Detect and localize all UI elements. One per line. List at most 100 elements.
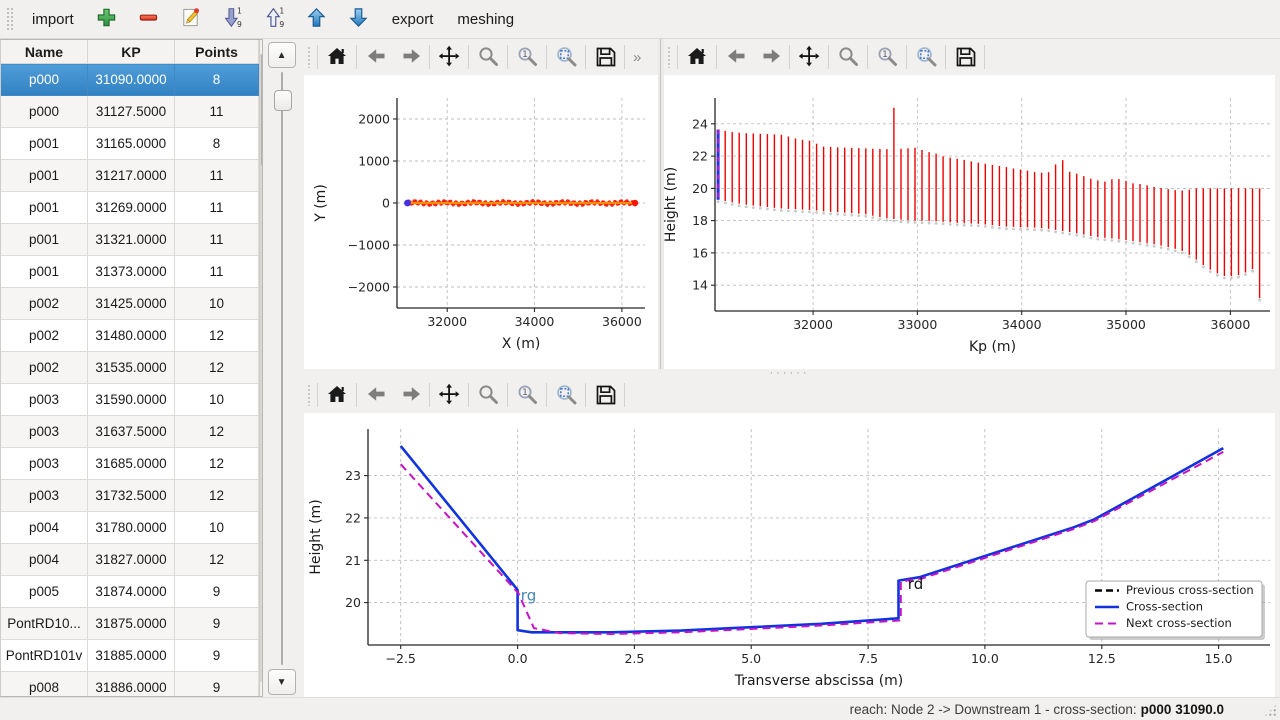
- save-button[interactable]: [588, 42, 622, 72]
- table-row[interactable]: p00231480.000012: [1, 320, 259, 352]
- cross-section-table[interactable]: NameKPPoints p00031090.00008p00031127.50…: [1, 40, 259, 697]
- table-row[interactable]: p00131373.000011: [1, 256, 259, 288]
- table-row[interactable]: p00431827.000012: [1, 544, 259, 576]
- table-cell[interactable]: p003: [1, 480, 88, 512]
- table-cell[interactable]: 31373.0000: [88, 256, 175, 288]
- home-button[interactable]: [320, 380, 354, 410]
- table-cell[interactable]: p001: [1, 192, 88, 224]
- table-cell[interactable]: 12: [175, 544, 259, 576]
- table-cell[interactable]: 10: [175, 288, 259, 320]
- table-cell[interactable]: 31321.0000: [88, 224, 175, 256]
- table-cell[interactable]: 31590.0000: [88, 384, 175, 416]
- save-button[interactable]: [588, 380, 622, 410]
- pan-button[interactable]: [792, 42, 826, 72]
- zoom-one-button[interactable]: 1: [870, 42, 904, 72]
- table-row[interactable]: p00131321.000011: [1, 224, 259, 256]
- column-header-name[interactable]: Name: [1, 40, 88, 64]
- table-cell[interactable]: 31217.0000: [88, 160, 175, 192]
- table-row[interactable]: p00131217.000011: [1, 160, 259, 192]
- table-cell[interactable]: p001: [1, 160, 88, 192]
- table-row[interactable]: p00331685.000012: [1, 448, 259, 480]
- table-cell[interactable]: p002: [1, 320, 88, 352]
- table-row[interactable]: p00131269.000011: [1, 192, 259, 224]
- longitudinal-profile-chart[interactable]: 3200033000340003500036000141618202224Kp …: [664, 75, 1275, 369]
- back-button[interactable]: [359, 42, 393, 72]
- table-cell[interactable]: 11: [175, 224, 259, 256]
- move-up-button[interactable]: [298, 3, 336, 35]
- meshing-button[interactable]: meshing: [447, 5, 524, 34]
- export-button[interactable]: export: [382, 5, 444, 34]
- table-cell[interactable]: p005: [1, 576, 88, 608]
- table-cell[interactable]: 9: [175, 608, 259, 640]
- table-cell[interactable]: p003: [1, 448, 88, 480]
- table-cell[interactable]: 11: [175, 192, 259, 224]
- table-cell[interactable]: 31885.0000: [88, 640, 175, 672]
- table-cell[interactable]: p002: [1, 288, 88, 320]
- table-cell[interactable]: 9: [175, 576, 259, 608]
- table-cell[interactable]: p004: [1, 544, 88, 576]
- table-row[interactable]: p00231535.000012: [1, 352, 259, 384]
- table-cell[interactable]: p002: [1, 352, 88, 384]
- table-cell[interactable]: p003: [1, 384, 88, 416]
- table-cell[interactable]: PontRD10...: [1, 608, 88, 640]
- forward-button[interactable]: [393, 42, 427, 72]
- zoom-rect-button[interactable]: [549, 380, 583, 410]
- table-cell[interactable]: p001: [1, 256, 88, 288]
- home-button[interactable]: [680, 42, 714, 72]
- table-row[interactable]: p00431780.000010: [1, 512, 259, 544]
- table-cell[interactable]: p001: [1, 224, 88, 256]
- import-button[interactable]: import: [22, 5, 84, 34]
- table-cell[interactable]: 12: [175, 448, 259, 480]
- edit-button[interactable]: [172, 3, 210, 35]
- cross-section-chart[interactable]: rgrdPrevious cross-sectionCross-sectionN…: [304, 413, 1275, 699]
- plan-view-chart[interactable]: 320003400036000−2000−1000010002000X (m)Y…: [304, 75, 658, 369]
- table-cell[interactable]: 31425.0000: [88, 288, 175, 320]
- table-row[interactable]: p00831886.00009: [1, 672, 259, 698]
- table-cell[interactable]: 31685.0000: [88, 448, 175, 480]
- table-cell[interactable]: 12: [175, 320, 259, 352]
- table-cell[interactable]: PontRD101v: [1, 640, 88, 672]
- zoom-one-button[interactable]: 1: [510, 380, 544, 410]
- home-button[interactable]: [320, 42, 354, 72]
- nav-next-button[interactable]: ▼: [268, 669, 296, 695]
- table-cell[interactable]: 31165.0000: [88, 128, 175, 160]
- nav-previous-button[interactable]: ▲: [268, 42, 296, 68]
- table-cell[interactable]: p008: [1, 672, 88, 698]
- table-row[interactable]: p00231425.000010: [1, 288, 259, 320]
- forward-button[interactable]: [393, 380, 427, 410]
- table-cell[interactable]: 11: [175, 160, 259, 192]
- table-cell[interactable]: 12: [175, 352, 259, 384]
- table-row[interactable]: p00331637.500012: [1, 416, 259, 448]
- table-cell[interactable]: 10: [175, 512, 259, 544]
- horizontal-splitter[interactable]: ······: [304, 369, 1275, 377]
- table-cell[interactable]: 31535.0000: [88, 352, 175, 384]
- table-cell[interactable]: 8: [175, 64, 259, 96]
- move-down-button[interactable]: [340, 3, 378, 35]
- table-row[interactable]: p00331590.000010: [1, 384, 259, 416]
- table-cell[interactable]: 12: [175, 480, 259, 512]
- toolbar-drag-handle[interactable]: [6, 7, 14, 31]
- table-cell[interactable]: 31732.5000: [88, 480, 175, 512]
- table-cell[interactable]: 31874.0000: [88, 576, 175, 608]
- zoom-one-button[interactable]: 1: [510, 42, 544, 72]
- table-cell[interactable]: p000: [1, 96, 88, 128]
- table-cell[interactable]: 12: [175, 416, 259, 448]
- table-cell[interactable]: p003: [1, 416, 88, 448]
- table-cell[interactable]: 31269.0000: [88, 192, 175, 224]
- toolbar-drag-handle[interactable]: [307, 384, 312, 406]
- table-row[interactable]: p00031127.500011: [1, 96, 259, 128]
- table-cell[interactable]: 31090.0000: [88, 64, 175, 96]
- table-row[interactable]: p00531874.00009: [1, 576, 259, 608]
- column-header-kp[interactable]: KP: [88, 40, 175, 64]
- zoom-button[interactable]: [471, 380, 505, 410]
- table-cell[interactable]: 31480.0000: [88, 320, 175, 352]
- table-cell[interactable]: 31780.0000: [88, 512, 175, 544]
- table-cell[interactable]: 31827.0000: [88, 544, 175, 576]
- pan-button[interactable]: [432, 42, 466, 72]
- column-header-points[interactable]: Points: [175, 40, 259, 64]
- save-button[interactable]: [948, 42, 982, 72]
- table-row[interactable]: p00331732.500012: [1, 480, 259, 512]
- back-button[interactable]: [359, 380, 393, 410]
- table-cell[interactable]: 9: [175, 672, 259, 698]
- zoom-rect-button[interactable]: [549, 42, 583, 72]
